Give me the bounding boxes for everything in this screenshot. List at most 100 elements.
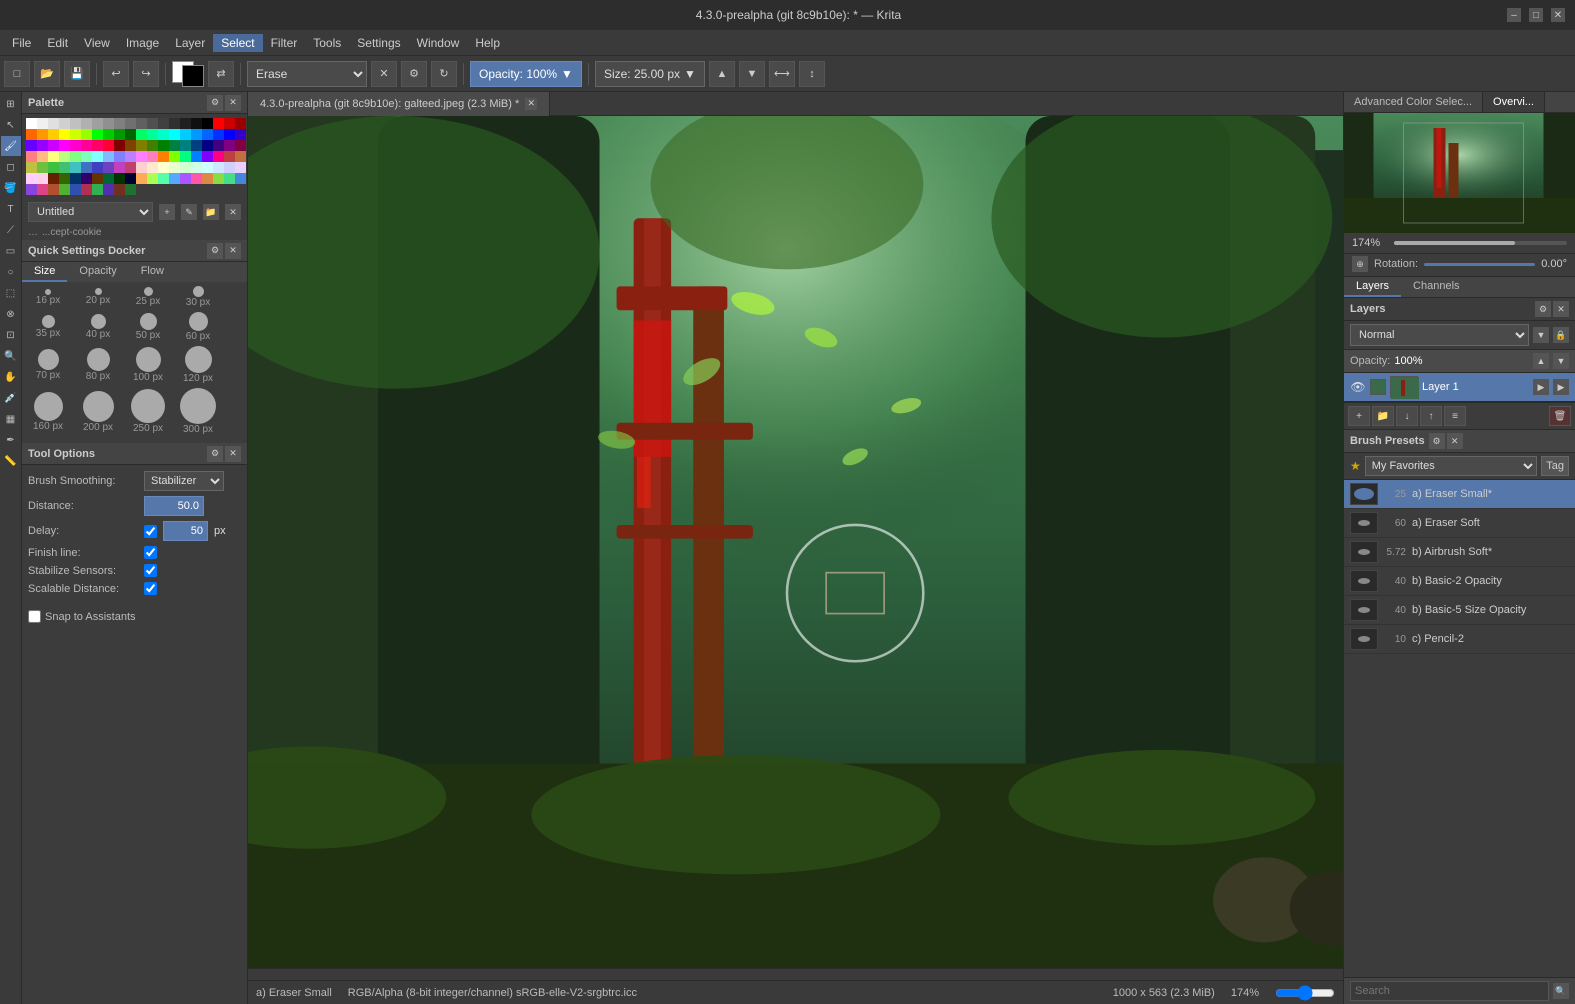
palette-color-cell[interactable] [202,129,213,140]
canvas-horizontal-scrollbar[interactable] [248,968,1343,980]
palette-name-select[interactable]: Untitled [28,202,153,222]
zoom-slider[interactable] [1394,241,1567,245]
palette-color-cell[interactable] [180,140,191,151]
palette-color-cell[interactable] [147,162,158,173]
palette-color-cell[interactable] [114,129,125,140]
brush-size-option[interactable]: 100 px [128,347,168,383]
tool-transform[interactable]: ⊞ [1,94,21,114]
add-layer-button[interactable]: + [1348,406,1370,426]
brush-size-option[interactable]: 300 px [178,388,218,435]
palette-color-cell[interactable] [224,129,235,140]
add-group-button[interactable]: 📁 [1372,406,1394,426]
tab-opacity[interactable]: Opacity [67,262,128,282]
palette-color-cell[interactable] [59,162,70,173]
palette-color-cell[interactable] [70,173,81,184]
palette-color-cell[interactable] [92,140,103,151]
layer-extra-button[interactable]: ▶ [1553,379,1569,395]
finish-line-checkbox[interactable] [144,546,157,559]
palette-color-cell[interactable] [191,162,202,173]
palette-color-cell[interactable] [81,118,92,129]
brush-preset-item[interactable]: 40b) Basic-5 Size Opacity [1344,596,1575,625]
palette-color-cell[interactable] [114,118,125,129]
palette-color-cell[interactable] [169,151,180,162]
tool-zoom[interactable]: 🔍 [1,346,21,366]
mirror-v-button[interactable]: ↕ [799,61,825,87]
tab-flow[interactable]: Flow [129,262,176,282]
palette-color-cell[interactable] [81,184,92,195]
brush-preset-item[interactable]: 40b) Basic-2 Opacity [1344,567,1575,596]
palette-color-cell[interactable] [70,118,81,129]
tool-path[interactable]: ✒ [1,430,21,450]
palette-color-cell[interactable] [180,118,191,129]
menu-image[interactable]: Image [118,34,167,52]
stabilize-sensors-checkbox[interactable] [144,564,157,577]
quick-settings-close-button[interactable]: ✕ [225,243,241,259]
tool-select-rect[interactable]: ⬚ [1,283,21,303]
move-layer-down-button[interactable]: ↓ [1396,406,1418,426]
brush-size-option[interactable]: 30 px [178,286,218,308]
palette-color-cell[interactable] [125,129,136,140]
brush-size-option[interactable]: 60 px [178,312,218,342]
palette-color-cell[interactable] [169,129,180,140]
palette-color-cell[interactable] [37,140,48,151]
palette-config-button[interactable]: ⚙ [207,95,223,111]
palette-color-cell[interactable] [59,140,70,151]
delete-layer-button[interactable]: 🗑 [1549,406,1571,426]
palette-color-cell[interactable] [136,129,147,140]
brush-presets-config-button[interactable]: ⚙ [1429,433,1445,449]
palette-color-cell[interactable] [224,173,235,184]
palette-color-cell[interactable] [125,162,136,173]
palette-color-cell[interactable] [169,173,180,184]
layer-settings-button[interactable]: ≡ [1444,406,1466,426]
swap-colors-button[interactable]: ⇄ [208,61,234,87]
palette-color-cell[interactable] [81,162,92,173]
palette-color-cell[interactable] [92,184,103,195]
palette-color-cell[interactable] [169,118,180,129]
brush-size-option[interactable]: 160 px [28,392,68,432]
quick-settings-config-button[interactable]: ⚙ [207,243,223,259]
layers-options-button[interactable]: ⚙ [1535,301,1551,317]
tool-gradient[interactable]: ▦ [1,409,21,429]
palette-color-cell[interactable] [48,129,59,140]
palette-color-cell[interactable] [224,140,235,151]
tool-colorpick[interactable]: 💉 [1,388,21,408]
palette-color-cell[interactable] [235,162,246,173]
brush-search-input[interactable] [1350,981,1549,1001]
rotation-bar[interactable] [1424,263,1535,266]
close-button[interactable]: ✕ [1551,8,1565,22]
menu-tools[interactable]: Tools [305,34,349,52]
menu-select[interactable]: Select [213,34,262,52]
palette-color-cell[interactable] [125,173,136,184]
save-file-button[interactable]: 💾 [64,61,90,87]
palette-color-cell[interactable] [147,129,158,140]
color-selector[interactable] [172,61,204,87]
size-stepper-up[interactable]: ▲ [709,61,735,87]
palette-color-cell[interactable] [180,129,191,140]
palette-color-cell[interactable] [48,184,59,195]
palette-color-cell[interactable] [37,173,48,184]
palette-color-cell[interactable] [114,151,125,162]
tab-advanced-color[interactable]: Advanced Color Selec... [1344,92,1483,112]
palette-color-cell[interactable] [37,151,48,162]
palette-color-cell[interactable] [26,140,37,151]
blend-mode-select[interactable]: Normal [1350,324,1529,346]
tab-channels[interactable]: Channels [1401,277,1471,297]
menu-window[interactable]: Window [409,34,468,52]
palette-color-cell[interactable] [235,173,246,184]
palette-color-cell[interactable] [103,151,114,162]
palette-color-cell[interactable] [125,184,136,195]
palette-color-cell[interactable] [26,173,37,184]
palette-color-cell[interactable] [169,140,180,151]
menu-file[interactable]: File [4,34,39,52]
brush-size-option[interactable]: 70 px [28,349,68,381]
favorites-select[interactable]: My Favorites [1365,456,1537,476]
palette-color-cell[interactable] [191,151,202,162]
search-icon[interactable]: 🔍 [1553,983,1569,999]
brush-size-option[interactable]: 25 px [128,287,168,307]
palette-color-cell[interactable] [114,162,125,173]
background-color[interactable] [182,65,204,87]
layer-opacity-up[interactable]: ▲ [1533,353,1549,369]
undo-button[interactable]: ↩ [103,61,129,87]
palette-color-cell[interactable] [92,129,103,140]
palette-color-cell[interactable] [37,118,48,129]
